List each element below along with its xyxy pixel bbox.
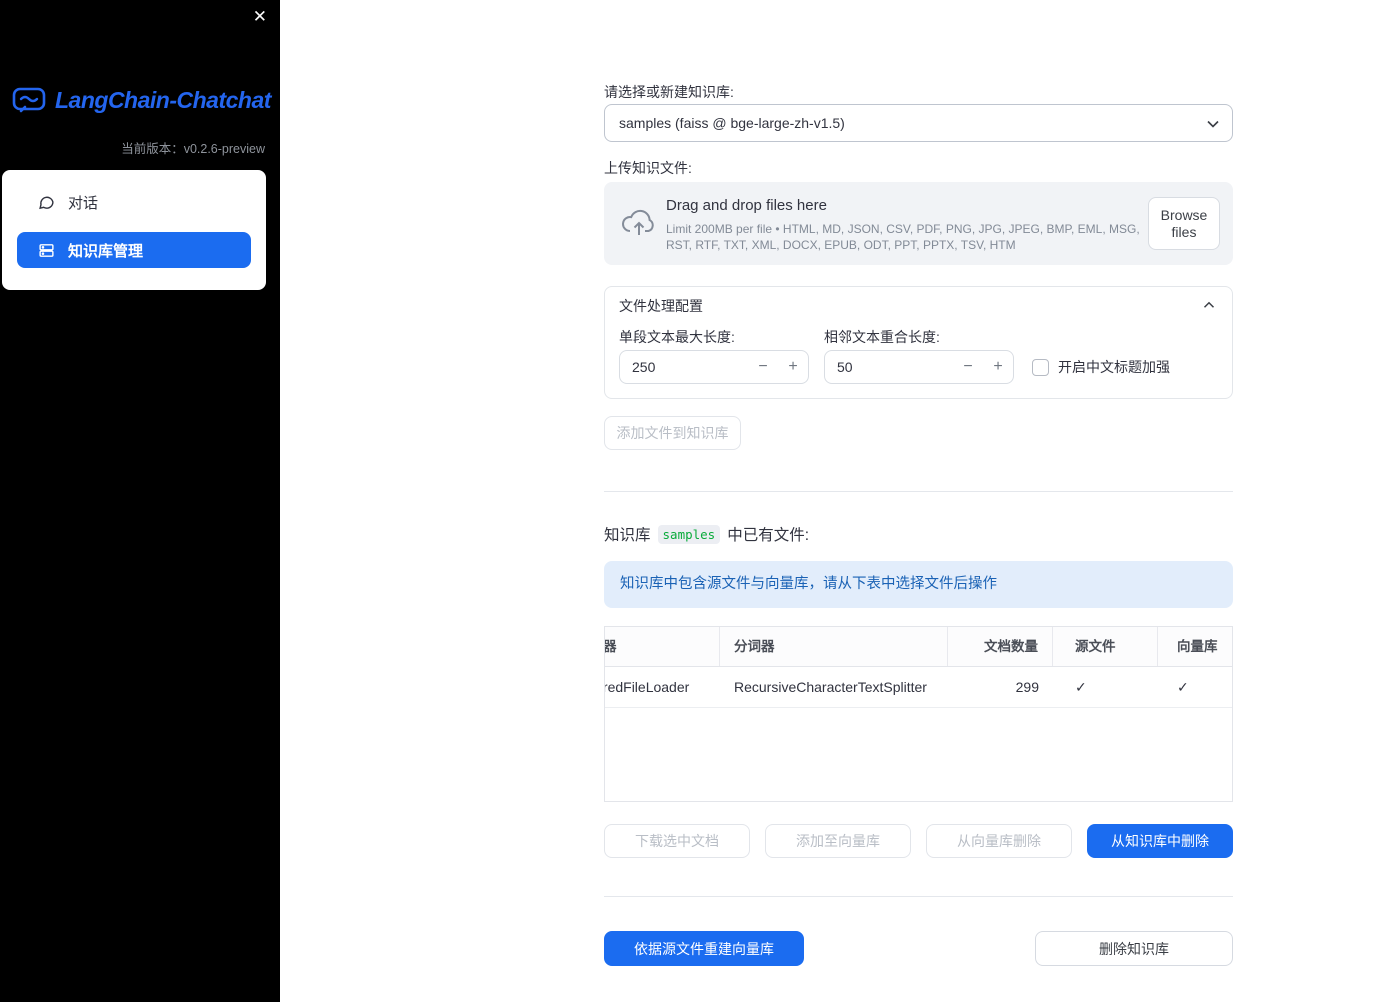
divider [604,491,1233,492]
upload-label: 上传知识文件: [604,160,692,176]
sidebar: ✕ LangChain-Chatchat 当前版本：v0.2.6-preview… [0,0,280,1002]
overlap-length-input-group: − + [824,350,1014,384]
table-header-row: 文档加载器 分词器 文档数量 源文件 向量库 [605,627,1232,667]
table-row[interactable]: UnstructuredFileLoader RecursiveCharacte… [605,667,1232,708]
knowledge-base-select[interactable]: samples (faiss @ bge-large-zh-v1.5) [604,104,1233,142]
chat-icon [38,194,55,211]
browse-files-button[interactable]: Browse files [1148,197,1220,250]
logo-text: LangChain-Chatchat [55,86,271,113]
divider [604,896,1233,897]
files-table: 文档加载器 分词器 文档数量 源文件 向量库 UnstructuredFileL… [604,626,1233,802]
existing-suffix: 中已有文件: [727,527,810,544]
rebuild-vector-store-button[interactable]: 依据源文件重建向量库 [604,931,804,966]
column-header-vector-store[interactable]: 向量库 [1158,627,1232,666]
existing-files-heading: 知识库 samples 中已有文件: [604,523,809,545]
zh-title-enhance-row: 开启中文标题加强 [1032,357,1170,377]
max-length-input[interactable] [620,351,748,383]
overlap-length-input[interactable] [825,351,953,383]
existing-prefix: 知识库 [604,527,651,544]
column-header-source-file[interactable]: 源文件 [1053,627,1158,666]
version-text: 当前版本：v0.2.6-preview [121,142,265,156]
column-header-loader[interactable]: 文档加载器 [605,627,720,666]
decrement-button[interactable]: − [953,351,983,383]
kb-select-label: 请选择或新建知识库: [604,84,734,100]
app-logo: LangChain-Chatchat [12,86,271,114]
info-banner: 知识库中包含源文件与向量库，请从下表中选择文件后操作 [604,561,1233,608]
download-selected-button[interactable]: 下载选中文档 [604,824,750,858]
cell-doc-count: 299 [1015,679,1039,695]
kb-name-code: samples [657,524,721,544]
cell-loader: UnstructuredFileLoader [605,679,690,695]
chevron-up-icon [1200,296,1218,314]
delete-knowledge-base-button[interactable]: 删除知识库 [1035,931,1233,966]
sidebar-item-dialogue[interactable]: 对话 [17,184,251,220]
delete-from-kb-button[interactable]: 从知识库中删除 [1087,824,1233,858]
sidebar-item-knowledge-base[interactable]: 知识库管理 [17,232,251,268]
increment-button[interactable]: + [983,351,1013,383]
file-actions-row: 下载选中文档 添加至向量库 从向量库删除 从知识库中删除 [604,824,1233,858]
zh-title-enhance-label: 开启中文标题加强 [1058,359,1170,375]
file-limit-text: Limit 200MB per file • HTML, MD, JSON, C… [666,222,1140,252]
selected-knowledge-base: samples (faiss @ bge-large-zh-v1.5) [619,115,845,131]
chat-bubble-logo-icon [12,86,46,114]
cell-splitter: RecursiveCharacterTextSplitter [734,679,927,695]
add-files-to-kb-button[interactable]: 添加文件到知识库 [604,416,741,450]
sidebar-item-label: 对话 [68,194,99,212]
cell-source-file-check: ✓ [1075,679,1087,695]
decrement-button[interactable]: − [748,351,778,383]
delete-from-vector-store-button[interactable]: 从向量库删除 [926,824,1072,858]
cell-vector-store-check: ✓ [1177,679,1189,695]
drag-drop-text: Drag and drop files here [666,197,827,214]
overlap-length-label: 相邻文本重合长度: [824,329,940,345]
file-config-expander: 文件处理配置 单段文本最大长度: − + 相邻文本重合长度: − + 开启中文标… [604,286,1233,399]
main-content: 请选择或新建知识库: samples (faiss @ bge-large-zh… [604,0,1233,1002]
expander-header[interactable]: 文件处理配置 [605,287,1232,321]
close-sidebar-icon[interactable]: ✕ [253,6,267,28]
max-length-input-group: − + [619,350,809,384]
database-stack-icon [38,242,55,259]
zh-title-enhance-checkbox[interactable] [1032,358,1049,376]
sidebar-item-label: 知识库管理 [68,242,144,260]
column-header-splitter[interactable]: 分词器 [720,627,948,666]
expander-title: 文件处理配置 [619,298,703,314]
sidebar-menu: 对话 知识库管理 [2,170,266,290]
cloud-upload-icon [620,207,658,239]
increment-button[interactable]: + [778,351,808,383]
dropzone-text: Drag and drop files here Limit 200MB per… [666,197,1144,253]
add-to-vector-store-button[interactable]: 添加至向量库 [765,824,911,858]
column-header-doc-count[interactable]: 文档数量 [948,627,1053,666]
chevron-down-icon [1203,114,1223,134]
max-length-label: 单段文本最大长度: [619,329,735,345]
file-dropzone[interactable]: Drag and drop files here Limit 200MB per… [604,182,1233,265]
